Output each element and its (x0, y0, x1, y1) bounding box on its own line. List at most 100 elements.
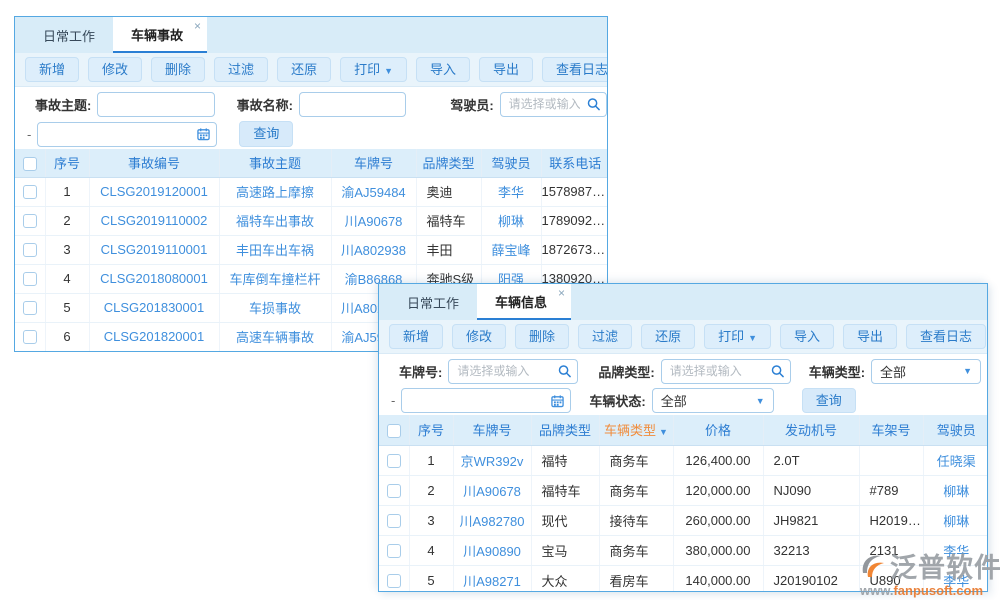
plate-link[interactable]: 川A802938 (331, 235, 416, 264)
accident-no-link[interactable]: CLSG201830001 (89, 293, 219, 322)
subject-link[interactable]: 高速车辆事故 (219, 322, 331, 351)
driver-link[interactable]: 柳琳 (923, 505, 988, 535)
print-button[interactable]: 打印▼ (704, 324, 771, 350)
vehicle-table: 序号 车牌号 品牌类型 车辆类型▼ 价格 发动机号 车架号 驾驶员 1 京WR3… (379, 415, 988, 592)
table-row[interactable]: 5 川A98271 大众 看房车 140,000.00 J20190102 U8… (379, 565, 988, 592)
delete-button[interactable]: 删除 (515, 324, 569, 350)
subject-link[interactable]: 丰田车出车祸 (219, 235, 331, 264)
vehicle-date-input[interactable] (401, 388, 571, 413)
row-checkbox[interactable] (23, 272, 37, 286)
desktop: 日常工作 车辆事故 × 新增 修改 删除 过滤 还原 打印▼ 导入 导出 查看日… (0, 0, 1000, 600)
view-log-button[interactable]: 查看日志 (906, 324, 986, 350)
vehicle-status-select[interactable]: 全部 ▼ (652, 388, 774, 413)
row-checkbox[interactable] (387, 544, 401, 558)
tab-vehicle-info[interactable]: 车辆信息 × (477, 284, 571, 320)
driver-link[interactable]: 李华 (923, 535, 988, 565)
subject-input[interactable] (97, 92, 214, 117)
row-checkbox[interactable] (387, 514, 401, 528)
print-button[interactable]: 打印▼ (340, 57, 407, 83)
add-button[interactable]: 新增 (389, 324, 443, 350)
plate-link[interactable]: 川A90678 (453, 475, 531, 505)
import-button[interactable]: 导入 (416, 57, 470, 83)
row-checkbox[interactable] (387, 574, 401, 588)
calendar-icon[interactable] (551, 394, 564, 407)
col-subject: 事故主题 (219, 149, 331, 177)
accident-date-input[interactable] (37, 122, 217, 147)
subject-link[interactable]: 高速路上摩擦 (219, 177, 331, 206)
filter-button[interactable]: 过滤 (214, 57, 268, 83)
driver-link[interactable]: 柳琳 (923, 475, 988, 505)
tab-label: 车辆事故 (131, 25, 183, 44)
driver-link[interactable]: 李华 (481, 177, 541, 206)
query-button[interactable]: 查询 (802, 388, 856, 414)
accident-no-link[interactable]: CLSG2019110002 (89, 206, 219, 235)
table-row[interactable]: 4 川A90890 宝马 商务车 380,000.00 32213 2131 李… (379, 535, 988, 565)
plate-link[interactable]: 川A98271 (453, 565, 531, 592)
accident-no-link[interactable]: CLSG201820001 (89, 322, 219, 351)
delete-button[interactable]: 删除 (151, 57, 205, 83)
table-row[interactable]: 1 CLSG2019120001 高速路上摩擦 渝AJ59484 奥迪 李华 1… (15, 177, 608, 206)
accident-no-link[interactable]: CLSG2019120001 (89, 177, 219, 206)
calendar-icon[interactable] (197, 128, 210, 141)
plate-link[interactable]: 川A90678 (331, 206, 416, 235)
plate-link[interactable]: 川A982780 (453, 505, 531, 535)
driver-link[interactable]: 柳琳 (481, 206, 541, 235)
subject-link[interactable]: 车损事故 (219, 293, 331, 322)
vehicle-type-select[interactable]: 全部 ▼ (871, 359, 981, 384)
view-log-button[interactable]: 查看日志 (542, 57, 608, 83)
row-checkbox[interactable] (387, 484, 401, 498)
plate-link[interactable]: 京WR392v (453, 445, 531, 475)
caret-down-icon: ▼ (384, 66, 393, 76)
accident-no-link[interactable]: CLSG2019110001 (89, 235, 219, 264)
table-row[interactable]: 1 京WR392v 福特 商务车 126,400.00 2.0T 任晓渠 (379, 445, 988, 475)
driver-link[interactable]: 薛宝峰 (481, 235, 541, 264)
search-icon[interactable] (587, 98, 600, 111)
driver-link[interactable]: 任晓渠 (923, 445, 988, 475)
row-checkbox[interactable] (23, 330, 37, 344)
subject-link[interactable]: 车库倒车撞栏杆 (219, 264, 331, 293)
filter-caret-icon[interactable]: ▼ (659, 427, 668, 437)
tab-daily-work[interactable]: 日常工作 (25, 17, 113, 53)
tab-daily-work[interactable]: 日常工作 (389, 284, 477, 320)
row-checkbox[interactable] (23, 185, 37, 199)
row-checkbox[interactable] (387, 454, 401, 468)
row-checkbox[interactable] (23, 214, 37, 228)
name-label: 事故名称: (237, 95, 293, 114)
export-button[interactable]: 导出 (479, 57, 533, 83)
brand-label: 品牌类型: (598, 362, 654, 381)
restore-button[interactable]: 还原 (277, 57, 331, 83)
col-vehicle-type-sorted[interactable]: 车辆类型▼ (599, 415, 673, 445)
import-button[interactable]: 导入 (780, 324, 834, 350)
accident-table-header: 序号 事故编号 事故主题 车牌号 品牌类型 驾驶员 联系电话 (15, 149, 608, 177)
row-checkbox[interactable] (23, 243, 37, 257)
edit-button[interactable]: 修改 (452, 324, 506, 350)
close-icon[interactable]: × (194, 20, 201, 32)
search-icon[interactable] (771, 365, 784, 378)
select-all-checkbox[interactable] (387, 424, 401, 438)
tab-vehicle-accident[interactable]: 车辆事故 × (113, 17, 207, 53)
export-button[interactable]: 导出 (843, 324, 897, 350)
subject-link[interactable]: 福特车出事故 (219, 206, 331, 235)
restore-button[interactable]: 还原 (641, 324, 695, 350)
plate-link[interactable]: 渝AJ59484 (331, 177, 416, 206)
col-plate: 车牌号 (331, 149, 416, 177)
col-engine: 发动机号 (763, 415, 859, 445)
table-row[interactable]: 3 川A982780 现代 接待车 260,000.00 JH9821 H201… (379, 505, 988, 535)
driver-link[interactable]: 李华 (923, 565, 988, 592)
add-button[interactable]: 新增 (25, 57, 79, 83)
plate-link[interactable]: 川A90890 (453, 535, 531, 565)
table-row[interactable]: 3 CLSG2019110001 丰田车出车祸 川A802938 丰田 薛宝峰 … (15, 235, 608, 264)
search-icon[interactable] (558, 365, 571, 378)
row-checkbox[interactable] (23, 301, 37, 315)
accident-name-input[interactable] (299, 92, 406, 117)
select-all-checkbox[interactable] (23, 157, 37, 171)
query-button[interactable]: 查询 (239, 121, 293, 147)
table-row[interactable]: 2 川A90678 福特车 商务车 120,000.00 NJ090 #789 … (379, 475, 988, 505)
filter-button[interactable]: 过滤 (578, 324, 632, 350)
close-icon[interactable]: × (558, 287, 565, 299)
table-row[interactable]: 2 CLSG2019110002 福特车出事故 川A90678 福特车 柳琳 1… (15, 206, 608, 235)
col-driver: 驾驶员 (923, 415, 988, 445)
col-plate: 车牌号 (453, 415, 531, 445)
edit-button[interactable]: 修改 (88, 57, 142, 83)
accident-no-link[interactable]: CLSG2018080001 (89, 264, 219, 293)
